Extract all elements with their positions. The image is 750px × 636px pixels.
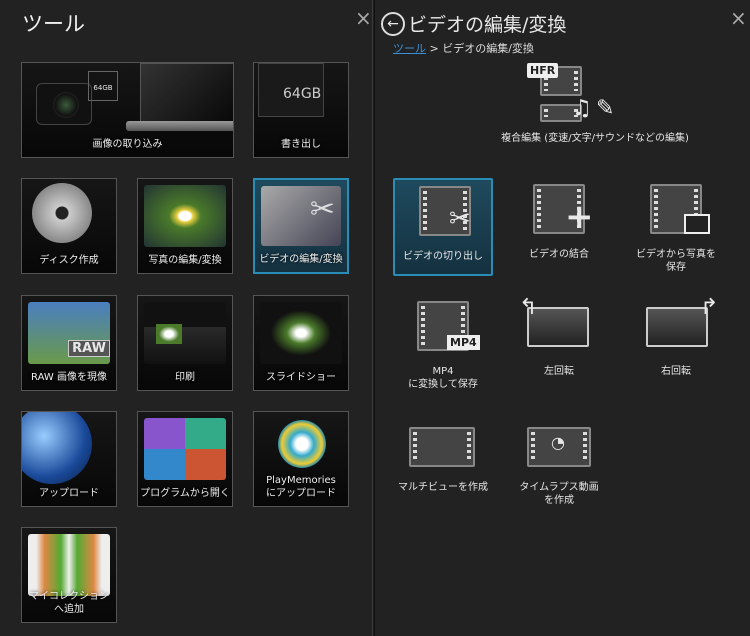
raw-badge: RAW [68,340,110,357]
laptop-icon [140,63,233,123]
tile-label: 写真の編集/変換 [148,255,222,266]
scissors-icon: ✂ [449,204,471,234]
tile-slideshow[interactable]: スライドショー [253,295,349,391]
action-convert-mp4[interactable]: MP4 MP4 に変換して保存 [393,295,493,393]
hfr-badge: HFR [527,63,559,78]
photo-frame-icon [684,214,710,234]
tile-label: PlayMemories にアップロード [266,475,336,499]
action-label: ビデオの切り出し [403,251,483,262]
tile-video-edit[interactable]: ✂ ビデオの編集/変換 [253,178,349,274]
pencil-icon: ✎ [596,96,615,121]
timer-icon: ◔ [551,433,565,452]
disc-icon [32,183,92,243]
tile-import[interactable]: 64GB 画像の取り込み [21,62,234,158]
tile-my-collection[interactable]: マイコレクション へ追加 [21,527,117,623]
tile-upload[interactable]: アップロード [21,411,117,507]
playmemories-logo-icon [278,420,326,468]
action-label: マルチビューを作成 [398,482,488,493]
memory-card-icon: 64GB [88,71,118,101]
plus-icon: + [565,197,594,237]
action-save-photo[interactable]: ビデオから写真を 保存 [626,178,726,276]
breadcrumb-current: ビデオの編集/変換 [442,42,534,55]
rotate-right-icon [646,307,708,347]
laptop-base [126,121,233,131]
panel-title: ビデオの編集/変換 [408,14,567,36]
photo-icon [144,185,226,247]
video-edit-panel: ← ビデオの編集/変換 × ツール > ビデオの編集/変換 HFR ♫ ✎ 複合編… [374,0,750,636]
action-label: MP4 に変換して保存 [408,366,478,390]
program-grid-icon [144,418,226,480]
tile-label: スライドショー [266,372,336,383]
collection-icon [28,534,110,596]
camera-icon [36,83,92,125]
back-arrow-icon[interactable]: ← [381,11,405,36]
action-rotate-right[interactable]: ↱ 右回転 [626,295,726,393]
panel-title: ツール [22,12,85,36]
tile-photo-edit[interactable]: 写真の編集/変換 [137,178,233,274]
action-label: 左回転 [544,366,574,377]
tile-label: 書き出し [281,139,321,150]
slideshow-icon [260,302,342,364]
tile-open-program[interactable]: プログラムから開く [137,411,233,507]
action-label: 複合編集 (変速/文字/サウンドなどの編集) [501,133,689,144]
close-icon[interactable]: × [355,6,372,30]
tile-export[interactable]: 64GB 書き出し [253,62,349,158]
video-scissors-icon: ✂ [261,186,341,246]
action-label: ビデオの結合 [529,249,589,260]
action-rotate-left[interactable]: ↰ 左回転 [509,295,609,393]
action-label: タイムラプス動画 を作成 [519,482,599,506]
tile-label: 印刷 [175,372,195,383]
rotate-arrow-icon: ↰ [519,295,538,320]
globe-icon [22,412,92,484]
tile-playmemories[interactable]: PlayMemories にアップロード [253,411,349,507]
breadcrumb-separator: > [429,42,439,55]
tools-panel: ツール × 64GB 画像の取り込み 64GB 書き出し ディスク作成 写真の編… [0,0,373,636]
music-note-icon: ♫ [572,96,592,121]
tile-raw[interactable]: RAW RAW 画像を現像 [21,295,117,391]
multiview-icon [409,427,475,467]
tile-label: 画像の取り込み [92,139,163,150]
tile-label: アップロード [39,488,99,499]
action-timelapse[interactable]: ◔ タイムラプス動画 を作成 [509,411,609,509]
tile-label: ディスク作成 [39,255,99,266]
composite-edit-button[interactable]: HFR ♫ ✎ 複合編集 (変速/文字/サウンドなどの編集) [501,60,689,158]
printer-icon [144,302,226,364]
action-video-trim[interactable]: ✂ ビデオの切り出し [393,178,493,276]
tile-label: ビデオの編集/変換 [259,254,343,265]
action-label: 右回転 [661,366,691,377]
action-video-join[interactable]: + ビデオの結合 [509,178,609,276]
tile-label: マイコレクション へ追加 [29,591,109,615]
action-label: ビデオから写真を 保存 [636,249,716,273]
breadcrumb-link-tools[interactable]: ツール [393,42,426,55]
tile-label: RAW 画像を現像 [31,372,107,383]
tile-disc[interactable]: ディスク作成 [21,178,117,274]
memory-card-icon: 64GB [258,63,324,117]
action-multiview[interactable]: マルチビューを作成 [393,411,493,509]
close-icon[interactable]: × [730,6,747,30]
breadcrumb: ツール > ビデオの編集/変換 [393,40,534,56]
mp4-badge: MP4 [447,335,480,350]
tile-label: プログラムから開く [140,488,230,499]
rotate-arrow-icon: ↱ [700,295,719,320]
tile-print[interactable]: 印刷 [137,295,233,391]
